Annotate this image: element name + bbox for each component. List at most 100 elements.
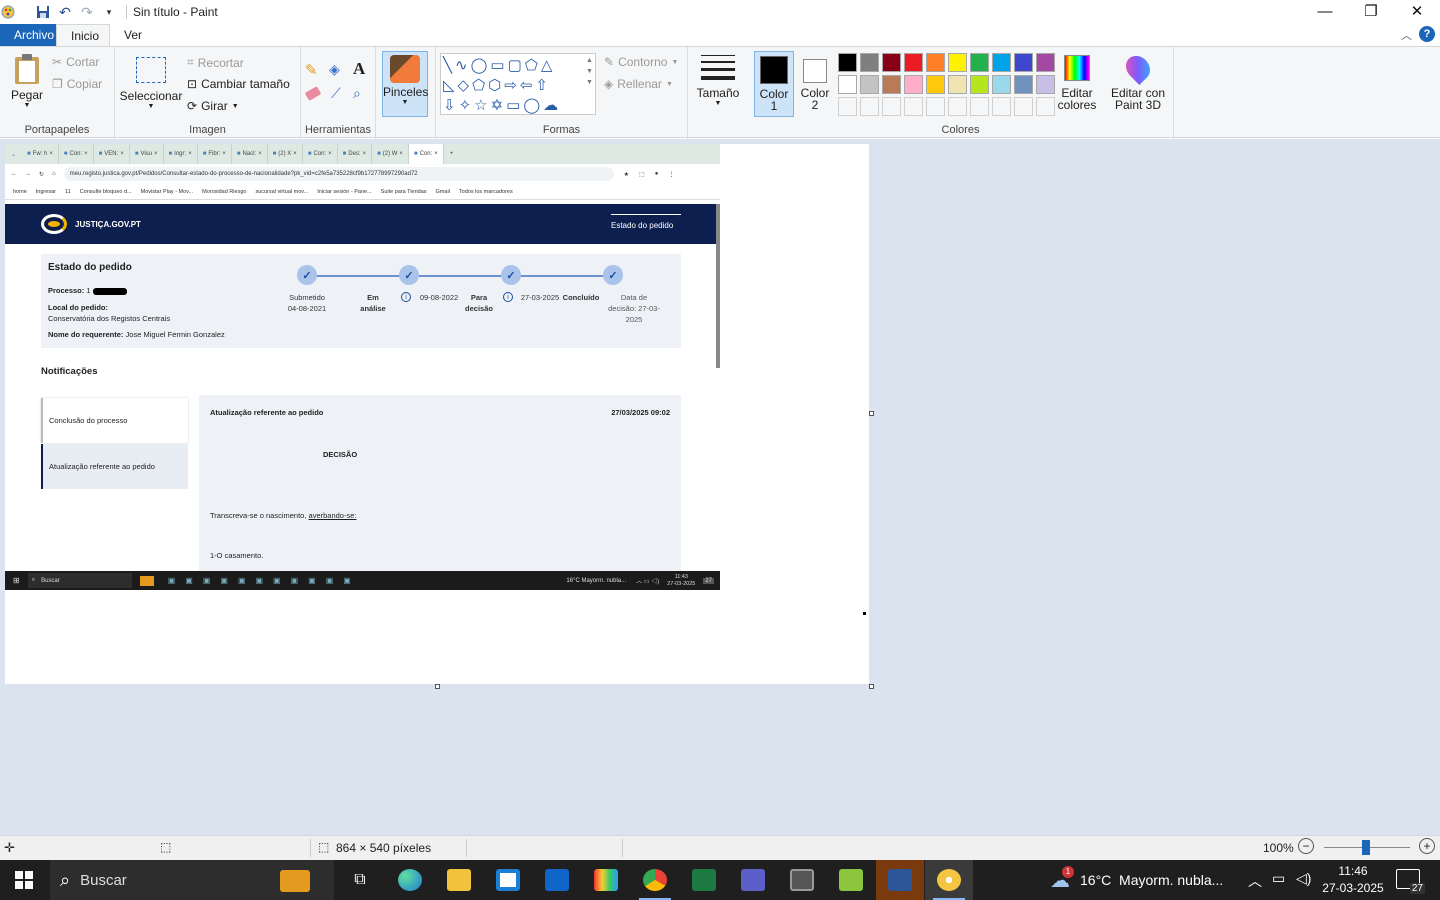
- photos-app-icon[interactable]: [582, 860, 630, 900]
- callout-rect-icon[interactable]: ▭: [506, 97, 523, 114]
- fill-button[interactable]: ◈ Rellenar ▼: [604, 77, 673, 91]
- color-swatch[interactable]: [1014, 75, 1033, 94]
- chrome-app-icon[interactable]: [631, 860, 679, 900]
- redo-icon[interactable]: ↷: [76, 1, 98, 23]
- color-swatch[interactable]: [926, 53, 945, 72]
- tab-inicio[interactable]: Inicio: [56, 24, 110, 46]
- five-point-star-icon[interactable]: ☆: [474, 97, 490, 114]
- color-swatch[interactable]: [860, 53, 879, 72]
- color-swatch[interactable]: [882, 53, 901, 72]
- edit-colors-button[interactable]: Editar colores: [1054, 53, 1100, 111]
- rectangle-shape-icon[interactable]: ▭: [490, 57, 507, 74]
- left-arrow-shape-icon[interactable]: ⇦: [520, 77, 536, 94]
- color-swatch[interactable]: [948, 75, 967, 94]
- tab-archivo[interactable]: Archivo: [0, 24, 56, 46]
- text-tool-icon[interactable]: A: [353, 59, 365, 79]
- color-picker-icon[interactable]: ⟋: [331, 85, 341, 102]
- store-app-icon[interactable]: [484, 860, 532, 900]
- app-a-icon[interactable]: [827, 860, 875, 900]
- pencil-icon[interactable]: ✎: [305, 61, 318, 79]
- color-swatch[interactable]: [1036, 53, 1055, 72]
- color-swatch[interactable]: [882, 75, 901, 94]
- hexagon-shape-icon[interactable]: ⬡: [488, 77, 504, 94]
- outlook-app-icon[interactable]: [533, 860, 581, 900]
- color-swatch[interactable]: [838, 75, 857, 94]
- color-swatch[interactable]: [948, 53, 967, 72]
- color-swatch[interactable]: [992, 53, 1011, 72]
- color2-button[interactable]: Color 2: [798, 51, 832, 117]
- show-hidden-icons[interactable]: ︿: [1248, 871, 1262, 891]
- task-view-button[interactable]: ⧉: [336, 860, 384, 900]
- oval-shape-icon[interactable]: ◯: [471, 57, 491, 74]
- file-explorer-icon[interactable]: [435, 860, 483, 900]
- custom-color-slot[interactable]: [926, 97, 945, 116]
- crop-button[interactable]: ⌗ Recortar: [187, 55, 244, 70]
- curve-shape-icon[interactable]: ∿: [455, 57, 471, 74]
- edge-app-icon[interactable]: [386, 860, 434, 900]
- callout-oval-icon[interactable]: ◯: [523, 97, 543, 114]
- right-arrow-shape-icon[interactable]: ⇨: [504, 77, 520, 94]
- rotate-button[interactable]: ⟳ Girar ▼: [187, 99, 239, 113]
- start-button[interactable]: [0, 860, 48, 900]
- triangle-shape-icon[interactable]: △: [541, 57, 556, 74]
- clock[interactable]: 11:46 27-03-2025: [1318, 863, 1388, 897]
- teams-app-icon[interactable]: [729, 860, 777, 900]
- color-swatch[interactable]: [904, 53, 923, 72]
- word-app-icon[interactable]: [876, 860, 924, 900]
- canvas-handle-bottom[interactable]: [435, 684, 440, 689]
- canvas-handle-right[interactable]: [869, 411, 874, 416]
- custom-color-slot[interactable]: [882, 97, 901, 116]
- paint3d-button[interactable]: Editar con Paint 3D: [1106, 51, 1170, 111]
- color-swatch[interactable]: [992, 75, 1011, 94]
- color-swatch[interactable]: [970, 75, 989, 94]
- custom-color-slot[interactable]: [838, 97, 857, 116]
- paint-app-icon[interactable]: [0, 1, 16, 23]
- custom-color-slot[interactable]: [1014, 97, 1033, 116]
- select-button[interactable]: Seleccionar ▼: [119, 55, 183, 110]
- color-swatch[interactable]: [926, 75, 945, 94]
- polygon-shape-icon[interactable]: ⬠: [525, 57, 541, 74]
- six-point-star-icon[interactable]: ✡: [491, 97, 507, 114]
- collapse-ribbon-icon[interactable]: ︿: [1401, 27, 1412, 43]
- copy-button[interactable]: ❐ Copiar: [52, 77, 102, 91]
- magnifier-icon[interactable]: ⌕: [353, 85, 361, 102]
- zoom-out-button[interactable]: −: [1298, 838, 1314, 854]
- zoom-slider-thumb[interactable]: [1362, 840, 1370, 855]
- outline-button[interactable]: ✎ Contorno ▼: [604, 55, 678, 69]
- size-button[interactable]: Tamaño ▼: [696, 53, 740, 107]
- shapes-scroll-icon[interactable]: ▲ ▼ ▼: [586, 55, 593, 88]
- custom-color-slot[interactable]: [992, 97, 1011, 116]
- cut-button[interactable]: ✂ Cortar: [52, 55, 99, 69]
- resize-button[interactable]: ⊡ Cambiar tamaño: [187, 77, 290, 91]
- down-arrow-shape-icon[interactable]: ⇩: [443, 97, 459, 114]
- maximize-button[interactable]: ❐: [1348, 0, 1394, 22]
- custom-color-slot[interactable]: [1036, 97, 1055, 116]
- four-point-star-icon[interactable]: ✧: [459, 97, 475, 114]
- custom-color-slot[interactable]: [904, 97, 923, 116]
- brushes-button[interactable]: Pinceles ▼: [382, 51, 428, 117]
- volume-icon[interactable]: ◁): [1296, 870, 1311, 887]
- callout-cloud-icon[interactable]: ☁: [543, 97, 561, 114]
- color-swatch[interactable]: [904, 75, 923, 94]
- custom-color-slot[interactable]: [970, 97, 989, 116]
- calculator-app-icon[interactable]: [778, 860, 826, 900]
- tab-ver[interactable]: Ver: [110, 24, 156, 46]
- drawing-canvas[interactable]: ⌄ ■ Fw: h × ■ Con: × ■ VEN: × ■ Visu × ■ Ingr: × ■ Fibr:…: [5, 144, 869, 684]
- color-swatch[interactable]: [838, 53, 857, 72]
- right-triangle-shape-icon[interactable]: ◺: [443, 77, 458, 94]
- color-swatch[interactable]: [1014, 53, 1033, 72]
- weather-widget[interactable]: ☁ 1 16°C Mayorm. nubla...: [1050, 860, 1223, 900]
- color-swatch[interactable]: [860, 75, 879, 94]
- customize-quick-access-icon[interactable]: ▾: [98, 1, 120, 23]
- undo-icon[interactable]: ↶: [54, 1, 76, 23]
- color-swatch[interactable]: [1036, 75, 1055, 94]
- eraser-icon[interactable]: [304, 86, 322, 101]
- rounded-rect-shape-icon[interactable]: ▢: [508, 57, 525, 74]
- network-icon[interactable]: ▭: [1272, 870, 1285, 887]
- minimize-button[interactable]: —: [1302, 0, 1348, 22]
- zoom-in-button[interactable]: +: [1419, 838, 1435, 854]
- pentagon-shape-icon[interactable]: ⬠: [472, 77, 488, 94]
- help-icon[interactable]: ?: [1419, 26, 1435, 42]
- up-arrow-shape-icon[interactable]: ⇧: [535, 77, 551, 94]
- notification-center-button[interactable]: 27: [1396, 869, 1425, 894]
